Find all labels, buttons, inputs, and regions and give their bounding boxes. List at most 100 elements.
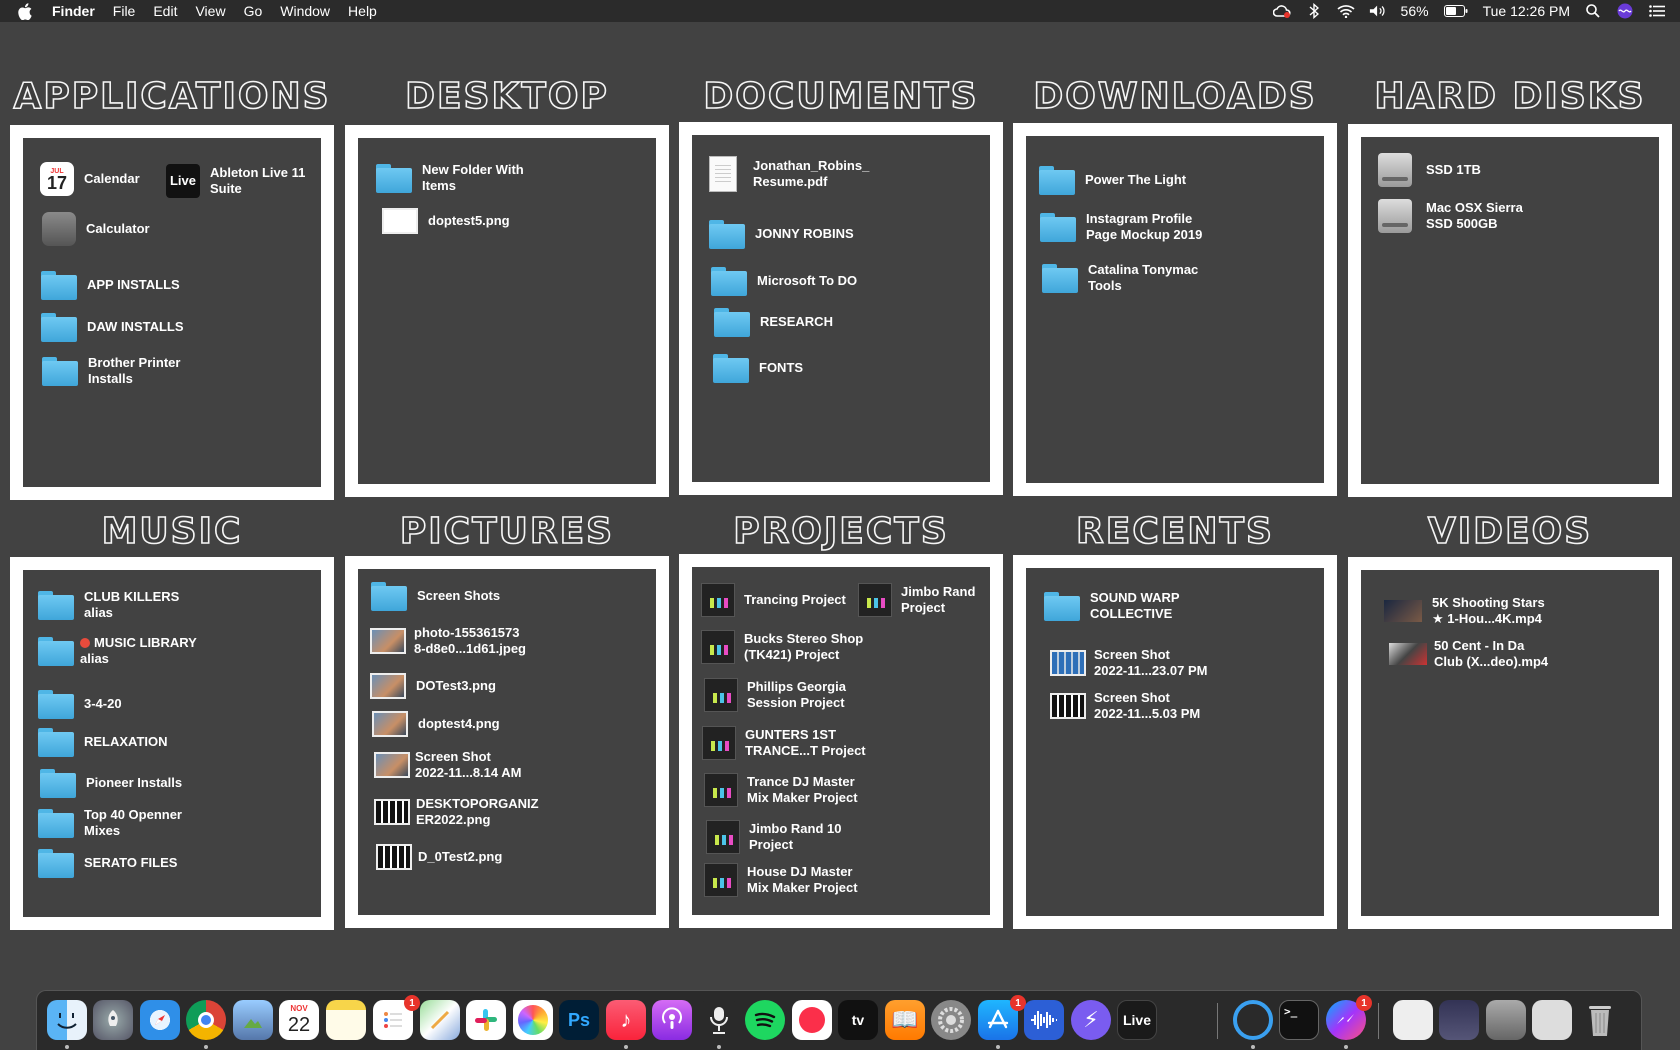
maps-icon[interactable] bbox=[420, 1000, 460, 1040]
folder-item[interactable]: Power The Light bbox=[1039, 165, 1186, 195]
calendar-app[interactable]: JUL 17 Calendar bbox=[40, 162, 140, 196]
audio-app-icon[interactable] bbox=[1024, 1000, 1064, 1040]
file-item[interactable]: DOTest3.png bbox=[370, 673, 496, 699]
drop-area[interactable]: SOUND WARP COLLECTIVE Screen Shot 2022-1… bbox=[1026, 568, 1324, 916]
menu-help[interactable]: Help bbox=[348, 3, 377, 19]
drop-area[interactable]: Screen Shots photo-155361573 8-d8e0...1d… bbox=[358, 569, 656, 915]
disk-item[interactable]: Mac OSX Sierra SSD 500GB bbox=[1378, 199, 1523, 233]
spotlight-search-icon[interactable] bbox=[1584, 3, 1602, 19]
file-item[interactable]: photo-155361573 8-d8e0...1d61.jpeg bbox=[370, 625, 526, 657]
podcasts-icon[interactable] bbox=[652, 1000, 692, 1040]
folder-item[interactable]: DAW INSTALLS bbox=[41, 312, 184, 342]
notification-center-icon[interactable] bbox=[1648, 3, 1666, 19]
chrome-icon[interactable] bbox=[186, 1000, 226, 1040]
menu-window[interactable]: Window bbox=[280, 3, 330, 19]
music-icon[interactable]: ♪ bbox=[606, 1000, 646, 1040]
folder-item[interactable]: 3-4-20 bbox=[38, 689, 122, 719]
folder-item[interactable]: SERATO FILES bbox=[38, 848, 177, 878]
drop-area[interactable]: JUL 17 Calendar Live Ableton Live 11 Suit… bbox=[23, 138, 321, 487]
ableton-live-dock-icon[interactable]: Live bbox=[1117, 1000, 1157, 1040]
books-icon[interactable]: 📖 bbox=[885, 1000, 925, 1040]
siri-icon[interactable] bbox=[1616, 3, 1634, 19]
drop-area[interactable]: Trancing Project Jimbo Rand Project Buck… bbox=[692, 567, 990, 915]
screenshot-stack-icon[interactable] bbox=[1439, 1000, 1479, 1040]
battery-icon[interactable] bbox=[1443, 3, 1469, 19]
folder-item[interactable]: Pioneer Installs bbox=[40, 768, 182, 798]
clock[interactable]: Tue 12:26 PM bbox=[1483, 3, 1570, 19]
finder-icon[interactable] bbox=[47, 1000, 87, 1040]
cortana-icon[interactable] bbox=[1233, 1000, 1273, 1040]
file-item[interactable]: Jonathan_Robins_ Resume.pdf bbox=[709, 156, 869, 192]
wifi-icon[interactable] bbox=[1337, 3, 1355, 19]
project-item[interactable]: Jimbo Rand Project bbox=[858, 583, 975, 617]
project-item[interactable]: Bucks Stereo Shop (TK421) Project bbox=[701, 630, 863, 664]
news-icon[interactable] bbox=[792, 1000, 832, 1040]
menu-view[interactable]: View bbox=[195, 3, 225, 19]
file-item[interactable]: doptest4.png bbox=[372, 711, 500, 737]
project-item[interactable]: Jimbo Rand 10 Project bbox=[706, 820, 841, 854]
apple-tv-icon[interactable]: tv bbox=[838, 1000, 878, 1040]
file-item[interactable]: DESKTOPORGANIZ ER2022.png bbox=[374, 796, 539, 828]
downloads-stack-icon[interactable] bbox=[1486, 1000, 1526, 1040]
project-item[interactable]: Trance DJ Master Mix Maker Project bbox=[704, 773, 858, 807]
drop-area[interactable]: CLUB KILLERS alias MUSIC LIBRARY alias 3… bbox=[23, 570, 321, 917]
file-item[interactable]: D_0Test2.png bbox=[376, 844, 502, 870]
trash-icon[interactable] bbox=[1580, 1000, 1620, 1040]
video-item[interactable]: 50 Cent - In Da Club (X...deo).mp4 bbox=[1389, 638, 1548, 670]
folder-item[interactable]: APP INSTALLS bbox=[41, 270, 180, 300]
launchpad-icon[interactable] bbox=[93, 1000, 133, 1040]
menu-edit[interactable]: Edit bbox=[153, 3, 177, 19]
folder-item[interactable]: SOUND WARP COLLECTIVE bbox=[1044, 590, 1180, 622]
system-preferences-icon[interactable] bbox=[931, 1000, 971, 1040]
disk-item[interactable]: SSD 1TB bbox=[1378, 153, 1481, 187]
file-item[interactable]: Screen Shot 2022-11...23.07 PM bbox=[1050, 647, 1207, 679]
file-item[interactable]: doptest5.png bbox=[382, 208, 510, 234]
terminal-icon[interactable]: >_ bbox=[1279, 1000, 1319, 1040]
document-stack-icon[interactable] bbox=[1393, 1000, 1433, 1040]
folder-item[interactable]: FONTS bbox=[713, 353, 803, 383]
folder-item[interactable]: RELAXATION bbox=[38, 727, 168, 757]
alias-item[interactable]: MUSIC LIBRARY alias bbox=[38, 635, 197, 667]
video-item[interactable]: 5K Shooting Stars ★ 1-Hou...4K.mp4 bbox=[1384, 595, 1545, 627]
project-item[interactable]: Phillips Georgia Session Project bbox=[704, 678, 846, 712]
menu-file[interactable]: File bbox=[113, 3, 136, 19]
photoshop-icon[interactable]: Ps bbox=[559, 1000, 599, 1040]
folder-item[interactable]: Catalina Tonymac Tools bbox=[1042, 262, 1198, 294]
calendar-dock-icon[interactable]: NOV 22 bbox=[279, 1000, 319, 1040]
recent-stack-icon[interactable] bbox=[1532, 1000, 1572, 1040]
slack-icon[interactable] bbox=[466, 1000, 506, 1040]
safari-icon[interactable] bbox=[140, 1000, 180, 1040]
folder-item[interactable]: Microsoft To DO bbox=[711, 266, 857, 296]
folder-item[interactable]: JONNY ROBINS bbox=[709, 219, 854, 249]
creative-cloud-icon[interactable] bbox=[1272, 3, 1291, 19]
microphone-app-icon[interactable] bbox=[699, 1000, 739, 1040]
photos-icon[interactable] bbox=[513, 1000, 553, 1040]
ableton-live-app[interactable]: Live Ableton Live 11 Suite bbox=[166, 164, 305, 198]
preview-icon[interactable] bbox=[233, 1000, 273, 1040]
bluetooth-icon[interactable] bbox=[1305, 3, 1323, 19]
folder-item[interactable]: New Folder With Items bbox=[376, 162, 524, 194]
folder-item[interactable]: Top 40 Openner Mixes bbox=[38, 807, 182, 839]
calculator-app[interactable]: Calculator bbox=[42, 212, 150, 246]
apple-menu-icon[interactable] bbox=[18, 2, 36, 20]
spotify-icon[interactable] bbox=[745, 1000, 785, 1040]
project-item[interactable]: GUNTERS 1ST TRANCE...T Project bbox=[702, 726, 866, 760]
menu-go[interactable]: Go bbox=[244, 3, 263, 19]
shortcuts-icon[interactable]: ⚡ bbox=[1071, 1000, 1111, 1040]
drop-area[interactable]: SSD 1TB Mac OSX Sierra SSD 500GB bbox=[1361, 137, 1659, 484]
folder-item[interactable]: Screen Shots bbox=[371, 581, 500, 611]
file-item[interactable]: Screen Shot 2022-11...5.03 PM bbox=[1050, 690, 1200, 722]
notes-icon[interactable] bbox=[326, 1000, 366, 1040]
drop-area[interactable]: Power The Light Instagram Profile Page M… bbox=[1026, 136, 1324, 483]
drop-area[interactable]: Jonathan_Robins_ Resume.pdf JONNY ROBINS… bbox=[692, 135, 990, 482]
alias-item[interactable]: CLUB KILLERS alias bbox=[38, 589, 179, 621]
menu-finder[interactable]: Finder bbox=[52, 3, 95, 19]
folder-item[interactable]: Instagram Profile Page Mockup 2019 bbox=[1040, 211, 1202, 243]
project-item[interactable]: House DJ Master Mix Maker Project bbox=[704, 863, 858, 897]
volume-icon[interactable] bbox=[1369, 3, 1387, 19]
drop-area[interactable]: 5K Shooting Stars ★ 1-Hou...4K.mp4 50 Ce… bbox=[1361, 570, 1659, 916]
project-item[interactable]: Trancing Project bbox=[701, 583, 846, 617]
file-item[interactable]: Screen Shot 2022-11...8.14 AM bbox=[374, 749, 521, 781]
folder-item[interactable]: Brother Printer Installs bbox=[42, 355, 180, 387]
drop-area[interactable]: New Folder With Items doptest5.png bbox=[358, 138, 656, 484]
